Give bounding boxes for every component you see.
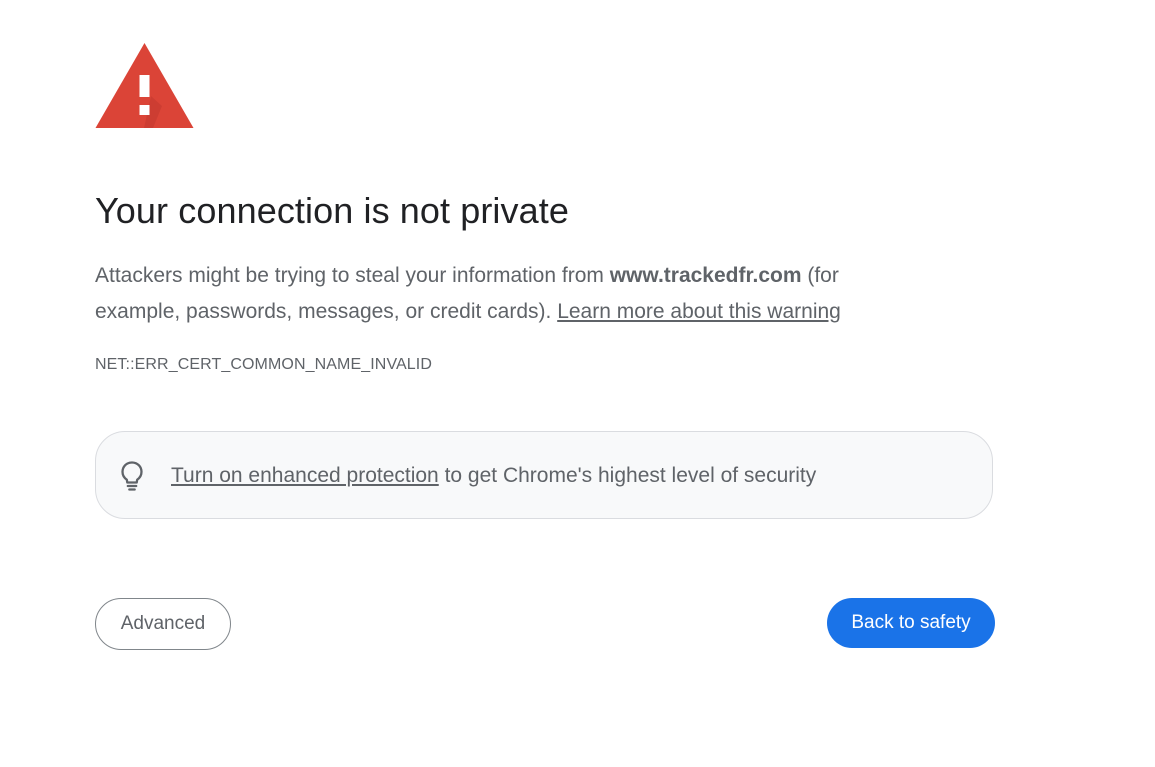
enhanced-protection-promo: Turn on enhanced protection to get Chrom… bbox=[95, 431, 993, 519]
enhanced-protection-link[interactable]: Turn on enhanced protection bbox=[171, 464, 439, 487]
interstitial-page: Your connection is not private Attackers… bbox=[0, 0, 1155, 767]
page-title: Your connection is not private bbox=[95, 190, 569, 231]
explanation-prefix: Attackers might be trying to steal your … bbox=[95, 264, 610, 287]
enhanced-protection-rest: to get Chrome's highest level of securit… bbox=[438, 464, 817, 487]
lightbulb-icon bbox=[121, 461, 143, 491]
enhanced-protection-text: Turn on enhanced protection to get Chrom… bbox=[171, 463, 816, 489]
learn-more-link[interactable]: Learn more about this warning bbox=[557, 300, 841, 323]
explanation-paragraph: Attackers might be trying to steal your … bbox=[95, 258, 925, 330]
advanced-button[interactable]: Advanced bbox=[95, 598, 231, 650]
back-to-safety-button[interactable]: Back to safety bbox=[827, 598, 995, 648]
error-code: NET::ERR_CERT_COMMON_NAME_INVALID bbox=[95, 356, 432, 373]
warning-triangle-icon bbox=[95, 43, 194, 128]
site-domain: www.trackedfr.com bbox=[609, 264, 802, 287]
